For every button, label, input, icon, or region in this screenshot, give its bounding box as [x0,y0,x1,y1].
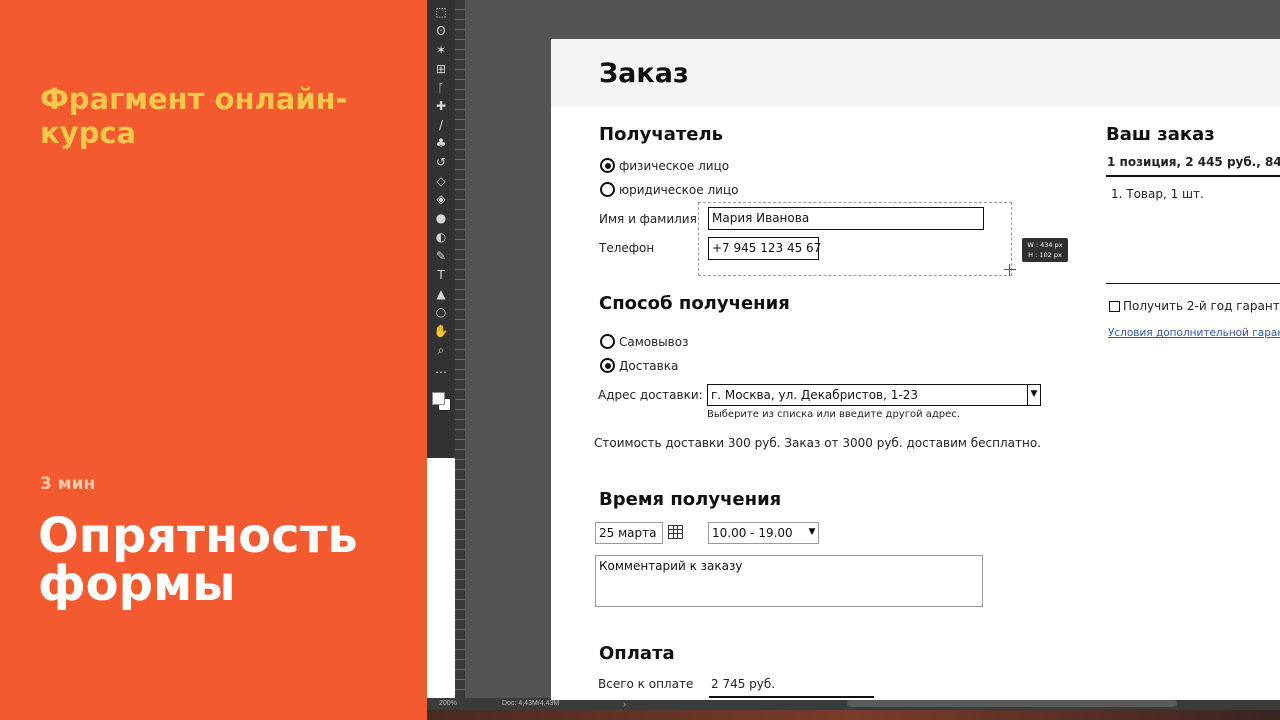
radio-individual[interactable] [600,158,615,173]
blur-icon[interactable]: ● [433,210,449,226]
horizontal-scrollbar[interactable] [847,700,1177,707]
ellipse-icon[interactable]: ○ [433,304,449,320]
chevron-down-icon[interactable]: ▼ [1027,385,1040,405]
stamp-icon[interactable]: ♣ [433,135,449,151]
eyedropper-icon[interactable]: ᚪ [433,80,449,96]
address-hint: Выберите из списка или введите другой ад… [707,409,960,420]
foreground-color-swatch[interactable] [432,392,445,405]
address-value: г. Москва, ул. Декабристов, 1-23 [711,388,918,402]
time-select[interactable]: 10.00 - 19.00 ▼ [708,522,819,544]
calendar-icon[interactable] [668,525,683,539]
tooltip-width: W : 434 px [1027,241,1063,249]
history-brush-icon[interactable]: ↺ [433,154,449,170]
tools-panel: ⬚ ʘ ✶ ⊞ ᚪ ✚ / ♣ ↺ ◇ ◈ ● ◐ ✎ T ▲ ○ ✋ ⌕ … [427,0,456,458]
time-title: Время получения [599,489,782,510]
address-select[interactable]: г. Москва, ул. Декабристов, 1-23 ▼ [707,384,1041,406]
radio-legal-label: юридическое лицо [619,183,739,197]
name-label: Имя и фамилия [599,212,697,226]
recipient-title: Получатель [599,124,724,145]
dimension-tooltip: W : 434 px H : 102 px [1022,238,1068,262]
vertical-ruler [455,0,465,700]
selection-marquee [698,202,1012,276]
promo-panel: Фрагмент онлайн-курса 3 мин Опрятность ф… [0,0,427,720]
pen-icon[interactable]: ✎ [433,248,449,264]
course-fragment-label: Фрагмент онлайн-курса [40,82,348,150]
phone-label: Телефон [599,241,655,255]
type-icon[interactable]: T [433,267,449,283]
warranty-label: Получить 2-й год гарантии [1123,299,1280,313]
lasso-icon[interactable]: ʘ [433,23,449,39]
panel-gap [427,458,455,700]
radio-delivery-label: Доставка [619,359,679,373]
radio-delivery[interactable] [600,358,615,373]
paint-bucket-icon[interactable]: ◈ [433,191,449,207]
marquee-icon[interactable]: ⬚ [433,4,449,20]
time-value: 10.00 - 19.00 [712,526,793,540]
more-icon[interactable]: … [433,361,449,377]
summary-subtitle: 1 позиция, 2 445 руб., 845 г [1107,155,1280,169]
summary-divider-bottom [1106,283,1280,284]
page-title: Заказ [599,58,689,89]
total-label: Всего к оплате [598,677,694,691]
summary-title: Ваш заказ [1106,124,1215,145]
healing-icon[interactable]: ✚ [433,98,449,114]
chevron-down-icon[interactable]: ▼ [806,523,818,543]
hand-icon[interactable]: ✋ [433,323,449,339]
dodge-icon[interactable]: ◐ [433,229,449,245]
address-label: Адрес доставки: [598,388,703,402]
lesson-title: Опрятность формы [38,508,358,612]
warranty-checkbox[interactable] [1109,301,1120,312]
order-form-page: Заказ Получатель физическое лицо юридиче… [551,39,1280,700]
total-divider [709,696,874,698]
crop-icon[interactable]: ⊞ [433,61,449,77]
warranty-terms-link[interactable]: Условия дополнительной гаранти [1108,327,1280,339]
crosshair-cursor-icon [1004,264,1016,276]
zoom-level[interactable]: 200% [439,698,457,710]
duration-label: 3 мин [40,474,96,494]
magic-wand-icon[interactable]: ✶ [433,42,449,58]
summary-item: 1. Товар, 1 шт. [1111,187,1204,201]
delivery-title: Способ получения [599,293,790,314]
radio-pickup[interactable] [600,334,615,349]
comment-textarea[interactable]: Комментарий к заказу [595,555,983,607]
radio-individual-label: физическое лицо [619,159,730,173]
tooltip-height: H : 102 px [1028,251,1062,259]
radio-pickup-label: Самовывоз [619,335,689,349]
summary-divider-top [1106,175,1280,177]
desk-background [427,710,1280,720]
date-field[interactable]: 25 марта [595,522,663,544]
zoom-icon[interactable]: ⌕ [433,342,449,358]
total-value: 2 745 руб. [711,677,776,691]
brush-icon[interactable]: / [433,117,449,133]
payment-title: Оплата [599,643,675,664]
delivery-cost-note: Стоимость доставки 300 руб. Заказ от 300… [594,436,1042,450]
path-select-icon[interactable]: ▲ [433,286,449,302]
radio-legal[interactable] [600,182,615,197]
eraser-icon[interactable]: ◇ [433,173,449,189]
